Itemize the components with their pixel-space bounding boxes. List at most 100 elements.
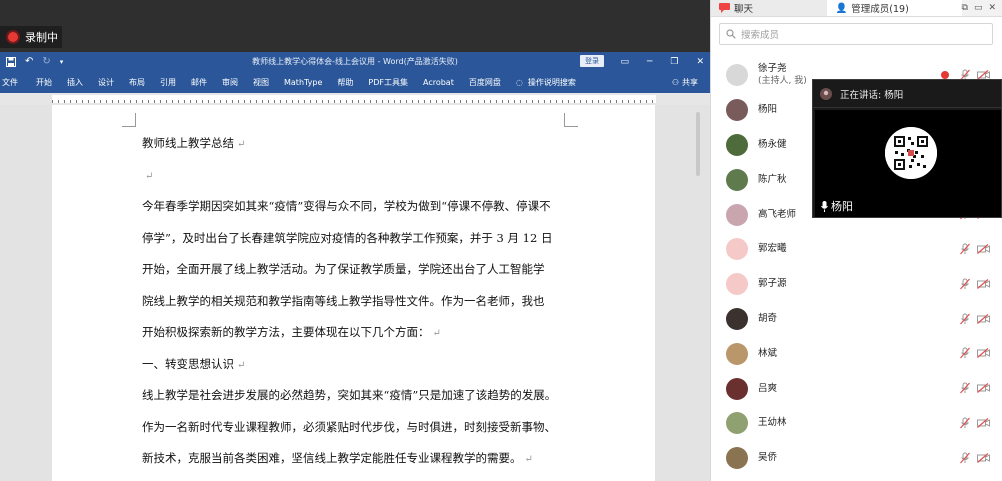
word-title-bar: ↶ ↻ ▾ 教师线上教学心得体会-线上会议用 - Word(产品激活失败) 登录… (0, 52, 710, 71)
member-row[interactable]: 郭子源 (711, 267, 1002, 302)
paragraph-text: 院线上教学的相关规范和教学指南等线上教学指导性文件。作为一名老师，我也 (142, 293, 545, 308)
member-name: 陈广秋 (758, 173, 787, 185)
camera-off-icon[interactable] (977, 348, 990, 359)
tell-me-search[interactable]: 操作说明搜索 (528, 77, 576, 88)
minimize-icon[interactable]: ─ (647, 57, 652, 67)
document-paragraph[interactable]: 新技术，克服当前各类困难，坚信线上教学定能胜任专业课程教学的需要。 ↵ (142, 448, 582, 480)
document-scrollbar[interactable] (696, 112, 700, 176)
member-avatar (726, 307, 748, 330)
mic-muted-icon[interactable] (959, 417, 971, 429)
recording-indicator[interactable]: 录制中 (0, 26, 62, 48)
menu-mailings[interactable]: 邮件 (191, 77, 207, 88)
member-row[interactable]: 胡奇 (711, 302, 1002, 337)
mic-muted-icon[interactable] (959, 452, 971, 464)
menu-home[interactable]: 开始 (36, 77, 52, 88)
qr-code-avatar (885, 127, 937, 179)
document-paragraph[interactable]: ↵ (142, 165, 582, 197)
menu-file[interactable]: 文件 (2, 77, 18, 88)
document-body[interactable]: 教师线上教学总结 ↵ ↵ 今年春季学期因突如其来“疫情”变得与众不同，学校为做到“停课… (142, 133, 582, 480)
ribbon-display-icon[interactable]: ▭ (620, 57, 629, 67)
menu-layout[interactable]: 布局 (129, 77, 145, 88)
document-paragraph[interactable]: 开始，全面开展了线上教学活动。为了保证教学质量，学院还出台了人工智能学 (142, 259, 582, 291)
camera-off-icon[interactable] (977, 313, 990, 324)
close-icon[interactable]: ✕ (696, 57, 704, 67)
member-info: 吕爽 (758, 383, 777, 395)
document-paragraph[interactable]: 线上教学是社会进步发展的必然趋势，突如其来“疫情”只是加速了该趋势的发展。 (142, 385, 582, 417)
menu-mathtype[interactable]: MathType (284, 78, 322, 87)
menu-review[interactable]: 审阅 (222, 77, 238, 88)
window-controls: ▭ ─ ❐ ✕ (620, 52, 704, 71)
speaker-video-window[interactable]: 正在讲话: 杨阳 杨阳 (812, 79, 1002, 218)
mic-muted-icon[interactable] (959, 313, 971, 325)
paragraph-text: 一、转变思想认识 (142, 356, 234, 371)
member-avatar (726, 203, 748, 226)
members-icon: 👤 (835, 2, 848, 14)
tab-members[interactable]: 👤 管理成员(19) (827, 0, 962, 16)
undo-icon[interactable]: ↶ (25, 56, 33, 67)
member-avatar (726, 273, 748, 296)
menu-design[interactable]: 设计 (98, 77, 114, 88)
paragraph-mark-icon: ↵ (237, 139, 246, 150)
mic-muted-icon[interactable] (959, 382, 971, 394)
speaking-label: 正在讲话: 杨阳 (840, 89, 904, 101)
member-row[interactable]: 吕爽 (711, 371, 1002, 406)
panel-tabs: 聊天 👤 管理成员(19) ⧉ ▭ ✕ (711, 0, 1002, 17)
panel-close-icon[interactable]: ✕ (988, 3, 996, 13)
member-info: 胡奇 (758, 313, 777, 325)
document-page[interactable]: 教师线上教学总结 ↵ ↵ 今年春季学期因突如其来“疫情”变得与众不同，学校为做到“停课… (52, 105, 655, 481)
camera-off-icon[interactable] (977, 452, 990, 463)
member-row[interactable]: 郭宏曦 (711, 232, 1002, 267)
menu-baidu-netdisk[interactable]: 百度网盘 (469, 77, 501, 88)
member-row[interactable]: 林斌 (711, 336, 1002, 371)
member-info: 林斌 (758, 348, 777, 360)
member-row[interactable]: 王幼林 (711, 406, 1002, 441)
menu-pdf-tools[interactable]: PDF工具集 (368, 77, 408, 88)
member-search-input[interactable]: 搜索成员 (719, 23, 993, 45)
restore-icon[interactable]: ❐ (670, 57, 678, 67)
mic-muted-icon[interactable] (959, 347, 971, 359)
document-paragraph[interactable]: 一、转变思想认识 ↵ (142, 354, 582, 386)
member-role: (主持人, 我) (758, 76, 807, 87)
document-paragraph[interactable]: 开始积极探索新的教学方法，主要体现在以下几个方面： ↵ (142, 322, 582, 354)
camera-off-icon[interactable] (977, 244, 990, 254)
camera-off-icon[interactable] (977, 383, 990, 394)
member-avatar (726, 238, 748, 261)
collapse-icon[interactable]: ▭ (974, 3, 983, 13)
popout-icon[interactable]: ⧉ (962, 3, 968, 13)
menu-acrobat[interactable]: Acrobat (423, 78, 454, 87)
microphone-icon (821, 200, 828, 212)
menu-view[interactable]: 视图 (253, 77, 269, 88)
customize-toolbar-icon[interactable]: ▾ (60, 58, 64, 66)
margin-corner-right (564, 113, 578, 127)
share-button[interactable]: ⚇ 共享 (672, 71, 698, 93)
tab-chat[interactable]: 聊天 (711, 0, 828, 16)
document-paragraph[interactable]: 今年春季学期因突如其来“疫情”变得与众不同，学校为做到“停课不停教、停课不 (142, 196, 582, 228)
member-name: 吕爽 (758, 382, 778, 394)
horizontal-ruler[interactable] (0, 93, 710, 105)
person-icon: ⚇ (671, 77, 679, 87)
mic-muted-icon[interactable] (959, 243, 971, 255)
document-paragraph[interactable]: 院线上教学的相关规范和教学指南等线上教学指导性文件。作为一名老师，我也 (142, 291, 582, 323)
member-info: 陈广秋 (758, 174, 787, 186)
redo-icon[interactable]: ↻ (42, 56, 50, 67)
document-paragraph[interactable]: 停学”，及时出台了长春建筑学院应对疫情的各种教学工作预案，并于 3 月 12 日 (142, 228, 582, 260)
member-name: 高飞老师 (758, 208, 797, 220)
margin-corner-left (122, 113, 136, 127)
camera-off-icon[interactable] (977, 418, 990, 428)
member-avatar (726, 447, 748, 470)
menu-insert[interactable]: 插入 (67, 77, 83, 88)
menu-help[interactable]: 帮助 (337, 77, 353, 88)
login-button[interactable]: 登录 (580, 55, 604, 67)
menu-references[interactable]: 引用 (160, 77, 176, 88)
mic-muted-icon[interactable] (959, 278, 971, 290)
camera-off-icon[interactable] (977, 278, 990, 289)
document-paragraph[interactable]: 教师线上教学总结 ↵ (142, 133, 582, 165)
paragraph-text: 停学”，及时出台了长春建筑学院应对疫情的各种教学工作预案，并于 3 月 12 日 (142, 230, 553, 245)
save-icon[interactable] (6, 56, 16, 67)
member-row[interactable]: 吴侨 (711, 441, 1002, 476)
speaker-avatar-icon (820, 87, 832, 100)
document-paragraph[interactable]: 作为一名新时代专业课程教师，必须紧贴时代步伐，与时俱进，时刻接受新事物、 (142, 417, 582, 449)
member-name: 胡奇 (758, 312, 778, 324)
paragraph-mark-icon: ↵ (432, 328, 441, 339)
member-avatar (726, 133, 748, 156)
